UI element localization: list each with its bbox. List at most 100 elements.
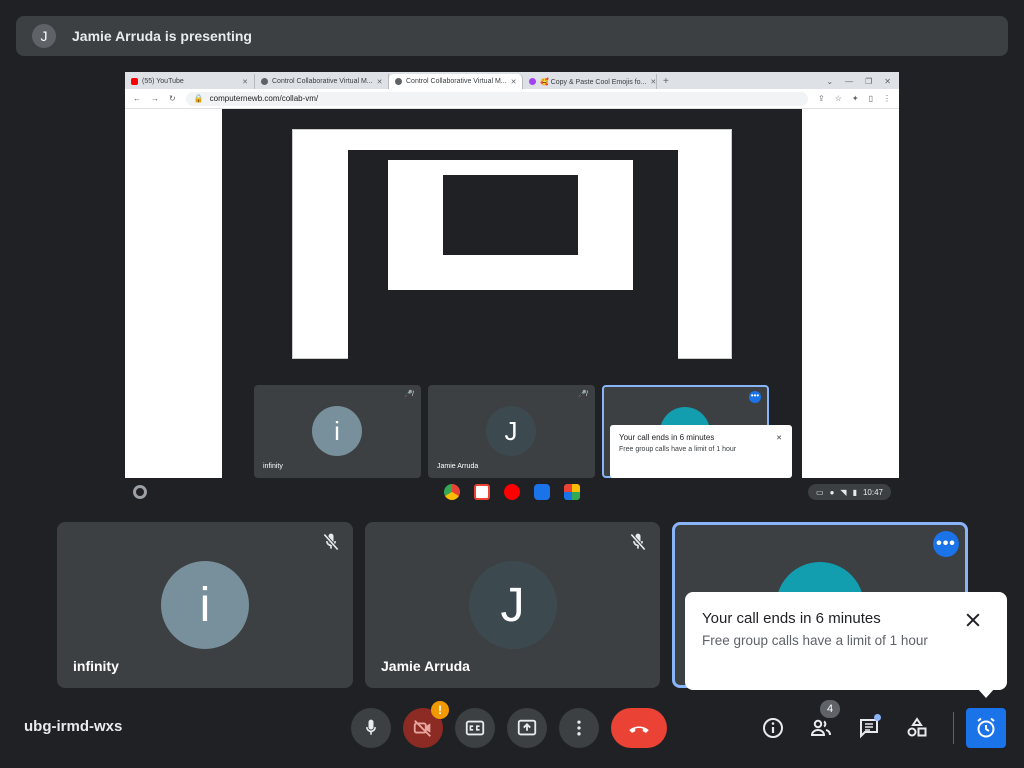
browser-menu-icon[interactable]: ⋮ [883, 94, 891, 103]
close-toast-button[interactable] [963, 610, 983, 630]
hang-up-icon [629, 726, 649, 733]
microphone-button[interactable] [351, 708, 391, 748]
people-count-badge: 4 [820, 700, 840, 718]
back-icon[interactable]: ← [133, 94, 141, 103]
web-page: i infinity 🎤̸ J Jamie Arruda 🎤̸ ••• Your… [125, 109, 899, 478]
side-panel-icon[interactable]: ▯ [869, 94, 873, 103]
mini-call-limit-toast: Your call ends in 6 minutes Free group c… [610, 425, 792, 478]
mini-participant-name: infinity [263, 463, 283, 470]
reload-icon[interactable]: ↻ [169, 94, 176, 103]
meeting-code: ubg-irmd-wxs [24, 718, 123, 735]
chrome-icon [444, 484, 460, 500]
activities-button[interactable] [903, 714, 931, 742]
participant-name: infinity [73, 658, 119, 674]
more-vert-icon [577, 720, 581, 736]
shared-screen: (55) YouTube ✕ Control Collaborative Vir… [125, 72, 899, 506]
minimize-icon[interactable]: — [845, 74, 853, 89]
people-button[interactable] [807, 714, 835, 742]
presenter-avatar: J [32, 24, 56, 48]
captions-icon [465, 720, 485, 736]
browser-toolbar: ← → ↻ 🔒 computernewb.com/collab-vm/ ⇪ ☆ … [125, 89, 899, 109]
participant-avatar: J [468, 561, 557, 649]
address-bar[interactable]: 🔒 computernewb.com/collab-vm/ [185, 91, 809, 106]
mini-avatar: i [312, 406, 362, 456]
files-icon [534, 484, 550, 500]
lock-icon: 🔒 [193, 94, 204, 103]
recursive-screen-inner-2 [388, 160, 633, 290]
mini-participant-tile: i infinity 🎤̸ [254, 385, 421, 478]
nested-meet-view: i infinity 🎤̸ J Jamie Arruda 🎤̸ ••• Your… [222, 109, 802, 478]
more-options-button[interactable] [559, 708, 599, 748]
collabvm-icon [261, 78, 268, 85]
captions-button[interactable] [455, 708, 495, 748]
more-options-button[interactable]: ••• [933, 531, 959, 557]
os-taskbar: ▭ ● ◥ ▮ 10:47 [125, 478, 899, 506]
call-limit-toast: Your call ends in 6 minutes Free group c… [685, 592, 1007, 690]
present-button[interactable] [507, 708, 547, 748]
participant-tile[interactable]: i infinity [57, 522, 353, 688]
close-tab-icon[interactable]: ✕ [511, 78, 517, 86]
timer-alarm-button[interactable] [966, 708, 1006, 748]
people-icon [810, 719, 831, 736]
browser-tab-active[interactable]: Control Collaborative Virtual M... ✕ [389, 74, 523, 89]
close-tab-icon[interactable]: ✕ [377, 78, 383, 86]
clock: 10:47 [862, 487, 883, 497]
chat-notification-dot [874, 714, 881, 721]
participant-avatar: i [161, 561, 249, 649]
gmail-icon [474, 484, 490, 500]
mic-off-icon: 🎤̸ [578, 391, 587, 398]
browser-tab-bar: (55) YouTube ✕ Control Collaborative Vir… [125, 72, 899, 89]
camera-button[interactable]: ! [403, 701, 449, 748]
launcher-icon [133, 485, 147, 499]
recursive-screen [292, 129, 732, 360]
toast-body: Free group calls have a limit of 1 hour [702, 633, 928, 648]
present-screen-icon [517, 719, 537, 736]
battery-icon: ▮ [852, 487, 857, 497]
emoji-site-icon [529, 78, 536, 85]
share-icon[interactable]: ⇪ [818, 94, 825, 103]
leave-call-button[interactable] [611, 708, 667, 748]
new-tab-icon[interactable]: + [657, 74, 675, 89]
presenting-banner: J Jamie Arruda is presenting [16, 16, 1008, 56]
participant-tile[interactable]: J Jamie Arruda [365, 522, 660, 688]
close-tab-icon[interactable]: ✕ [242, 78, 248, 86]
tab-label: Control Collaborative Virtual M... [406, 78, 507, 85]
toolbar-divider [953, 712, 954, 744]
close-tab-icon[interactable]: ✕ [650, 78, 656, 86]
caption-tray-icon: ▭ [816, 487, 824, 497]
meeting-details-button[interactable] [759, 714, 787, 742]
extensions-icon[interactable]: ✦ [852, 94, 859, 103]
mic-off-icon: 🎤̸ [404, 391, 413, 398]
mini-participant-tile: J Jamie Arruda 🎤̸ [428, 385, 595, 478]
mini-toast-title: Your call ends in 6 minutes [619, 433, 715, 442]
tab-label: (55) YouTube [142, 78, 184, 85]
browser-tab[interactable]: (55) YouTube ✕ [125, 74, 255, 89]
toast-pointer [977, 688, 995, 698]
info-icon [763, 718, 783, 738]
microphone-icon [366, 719, 376, 735]
mini-more-options-icon: ••• [749, 391, 761, 403]
info-tray-icon: ● [829, 487, 835, 497]
recursive-screen-inner-3 [443, 175, 578, 255]
browser-tab[interactable]: Control Collaborative Virtual M... ✕ [255, 74, 389, 89]
camera-off-icon [413, 720, 431, 737]
collabvm-icon [395, 78, 402, 85]
meet-icon [564, 484, 580, 500]
close-window-icon[interactable]: ✕ [884, 74, 891, 89]
window-controls: ⌄ — ❐ ✕ [826, 74, 899, 89]
mini-close-icon: ✕ [776, 435, 782, 442]
toast-title: Your call ends in 6 minutes [702, 610, 881, 627]
shelf [444, 484, 580, 500]
recursive-screen-inner [348, 150, 678, 360]
tab-label: Control Collaborative Virtual M... [272, 78, 373, 85]
mini-toast-body: Free group calls have a limit of 1 hour [619, 446, 737, 453]
url-text: computernewb.com/collab-vm/ [209, 94, 319, 103]
activities-icon [907, 717, 927, 737]
tab-search-icon[interactable]: ⌄ [826, 74, 833, 89]
bookmark-star-icon[interactable]: ☆ [835, 94, 842, 103]
camera-warning-badge: ! [431, 701, 449, 719]
restore-icon[interactable]: ❐ [865, 74, 872, 89]
forward-icon[interactable]: → [151, 94, 159, 103]
browser-tab[interactable]: 🥰 Copy & Paste Cool Emojis fo... ✕ [523, 74, 657, 89]
youtube-icon [504, 484, 520, 500]
